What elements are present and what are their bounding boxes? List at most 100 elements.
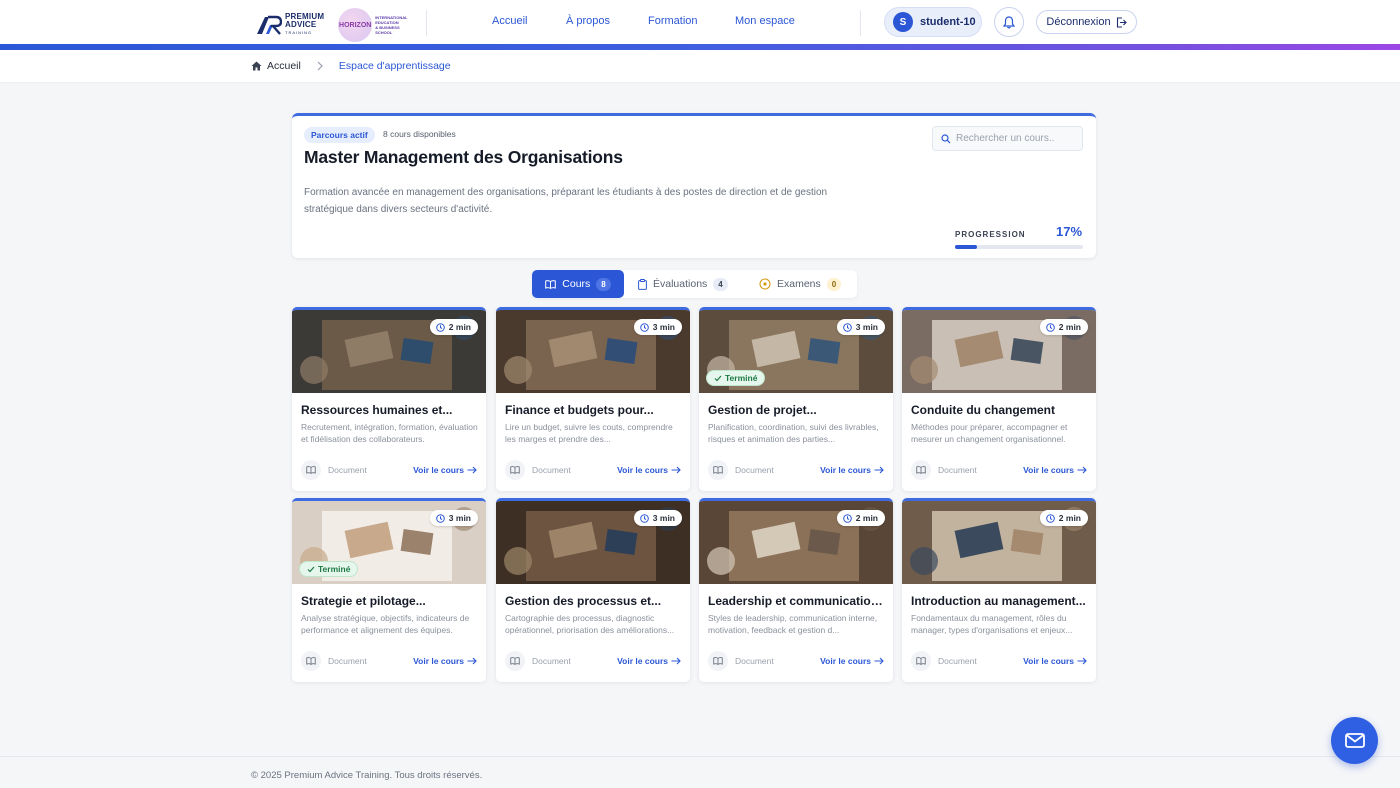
course-type-label: Document (735, 656, 774, 666)
view-course-link[interactable]: Voir le cours (413, 656, 477, 666)
progress-fill (955, 245, 977, 249)
view-course-label: Voir le cours (1023, 656, 1074, 666)
course-footer: Document Voir le cours (505, 650, 681, 672)
duration-badge: 2 min (429, 319, 478, 335)
logout-icon (1116, 16, 1127, 28)
course-type-label: Document (735, 465, 774, 475)
tab-examens[interactable]: Examens 0 (759, 270, 842, 298)
nav-a-propos[interactable]: À propos (566, 15, 610, 27)
course-card[interactable]: 3 min Gestion des processus et... Cartogra… (496, 498, 690, 682)
course-card[interactable]: 2 min Ressources humaines et... Recrutemen… (292, 307, 486, 491)
course-type-label: Document (328, 465, 367, 475)
tab-cours[interactable]: Cours 8 (532, 270, 624, 298)
duration-label: 2 min (855, 513, 878, 523)
view-course-label: Voir le cours (617, 656, 668, 666)
view-course-link[interactable]: Voir le cours (820, 656, 884, 666)
book-icon (505, 460, 525, 480)
avatar: S (893, 12, 913, 32)
arrow-right-icon (467, 466, 477, 474)
course-footer: Document Voir le cours (708, 459, 884, 481)
arrow-right-icon (874, 466, 884, 474)
course-type-label: Document (532, 656, 571, 666)
progress-label: PROGRESSION (955, 230, 1026, 239)
course-footer: Document Voir le cours (301, 650, 477, 672)
course-footer: Document Voir le cours (708, 650, 884, 672)
course-card[interactable]: 2 min Conduite du changement Méthodes pour… (902, 307, 1096, 491)
course-card[interactable]: 3 min Finance et budgets pour... Lire un b… (496, 307, 690, 491)
program-card: Parcours actif 8 cours disponibles Maste… (292, 113, 1096, 258)
duration-badge: 3 min (633, 319, 682, 335)
chevron-right-icon (317, 61, 323, 71)
nav-mon-espace[interactable]: Mon espace (735, 15, 795, 27)
book-icon (708, 651, 728, 671)
breadcrumb: Accueil Espace d'apprentissage (251, 60, 451, 72)
view-course-link[interactable]: Voir le cours (820, 465, 884, 475)
check-icon (714, 375, 722, 381)
clock-icon (639, 322, 649, 332)
course-title: Finance et budgets pour... (505, 403, 654, 417)
view-course-label: Voir le cours (820, 656, 871, 666)
tab-examens-label: Examens (777, 278, 821, 290)
premium-advice-logo[interactable]: PREMIUM ADVICE TRAINING (256, 13, 324, 37)
clock-icon (435, 322, 445, 332)
clock-icon (842, 322, 852, 332)
course-footer: Document Voir le cours (301, 459, 477, 481)
course-type-label: Document (328, 656, 367, 666)
bell-icon (1003, 15, 1015, 28)
search-placeholder: Rechercher un cours.. (956, 133, 1055, 144)
completed-badge: Terminé (706, 370, 766, 386)
completed-badge: Terminé (299, 561, 359, 577)
view-course-label: Voir le cours (820, 465, 871, 475)
course-title: Introduction au management... (911, 594, 1086, 608)
logout-button[interactable]: Déconnexion (1036, 10, 1137, 34)
logo-line-3: TRAINING (285, 30, 313, 35)
horizon-logo[interactable]: HORIZON INTERNATIONAL EDUCATION & BUSINE… (338, 8, 408, 42)
course-type: Document (505, 651, 571, 671)
breadcrumb-home[interactable]: Accueil (251, 60, 301, 72)
course-title: Strategie et pilotage... (301, 594, 426, 608)
course-card[interactable]: 2 min Leadership et communication... Style… (699, 498, 893, 682)
page-title: Master Management des Organisations (304, 147, 623, 167)
view-course-link[interactable]: Voir le cours (1023, 465, 1087, 475)
status-badge: Parcours actif (304, 127, 375, 143)
search-input[interactable]: Rechercher un cours.. (932, 126, 1083, 151)
course-title: Leadership et communication... (708, 594, 886, 608)
program-description: Formation avancée en management des orga… (304, 187, 828, 215)
view-course-label: Voir le cours (413, 465, 464, 475)
nav-accueil[interactable]: Accueil (492, 15, 527, 27)
duration-badge: 3 min (836, 319, 885, 335)
course-footer: Document Voir le cours (911, 650, 1087, 672)
course-type: Document (911, 651, 977, 671)
view-course-link[interactable]: Voir le cours (617, 465, 681, 475)
notifications-button[interactable] (994, 7, 1024, 37)
book-icon (301, 651, 321, 671)
duration-label: 3 min (855, 322, 878, 332)
tab-evaluations[interactable]: Évaluations 4 (638, 270, 728, 298)
course-type-label: Document (532, 465, 571, 475)
user-name: student-10 (920, 16, 976, 28)
view-course-link[interactable]: Voir le cours (617, 656, 681, 666)
course-type: Document (301, 651, 367, 671)
course-type-label: Document (938, 465, 977, 475)
course-card[interactable]: 2 min Introduction au management... Fondam… (902, 498, 1096, 682)
course-type: Document (708, 460, 774, 480)
course-title: Gestion des processus et... (505, 594, 662, 608)
clock-icon (842, 513, 852, 523)
content-tabs: Cours 8 Évaluations 4 Examens 0 (532, 270, 857, 298)
view-course-link[interactable]: Voir le cours (1023, 656, 1087, 666)
course-title: Conduite du changement (911, 403, 1055, 417)
nav-formation[interactable]: Formation (648, 15, 698, 27)
course-card[interactable]: 3 min Terminé Gestion de projet... Planific… (699, 307, 893, 491)
course-count: 8 cours disponibles (383, 129, 456, 139)
duration-label: 3 min (652, 513, 675, 523)
clock-icon (639, 513, 649, 523)
course-type: Document (708, 651, 774, 671)
user-menu[interactable]: S student-10 (884, 7, 982, 37)
clock-icon (1045, 322, 1055, 332)
premium-advice-logo-mark (256, 14, 282, 36)
view-course-link[interactable]: Voir le cours (413, 465, 477, 475)
arrow-right-icon (1077, 466, 1087, 474)
contact-button[interactable] (1331, 717, 1378, 764)
course-card[interactable]: 3 min Terminé Strategie et pilotage... Anal… (292, 498, 486, 682)
arrow-right-icon (1077, 657, 1087, 665)
